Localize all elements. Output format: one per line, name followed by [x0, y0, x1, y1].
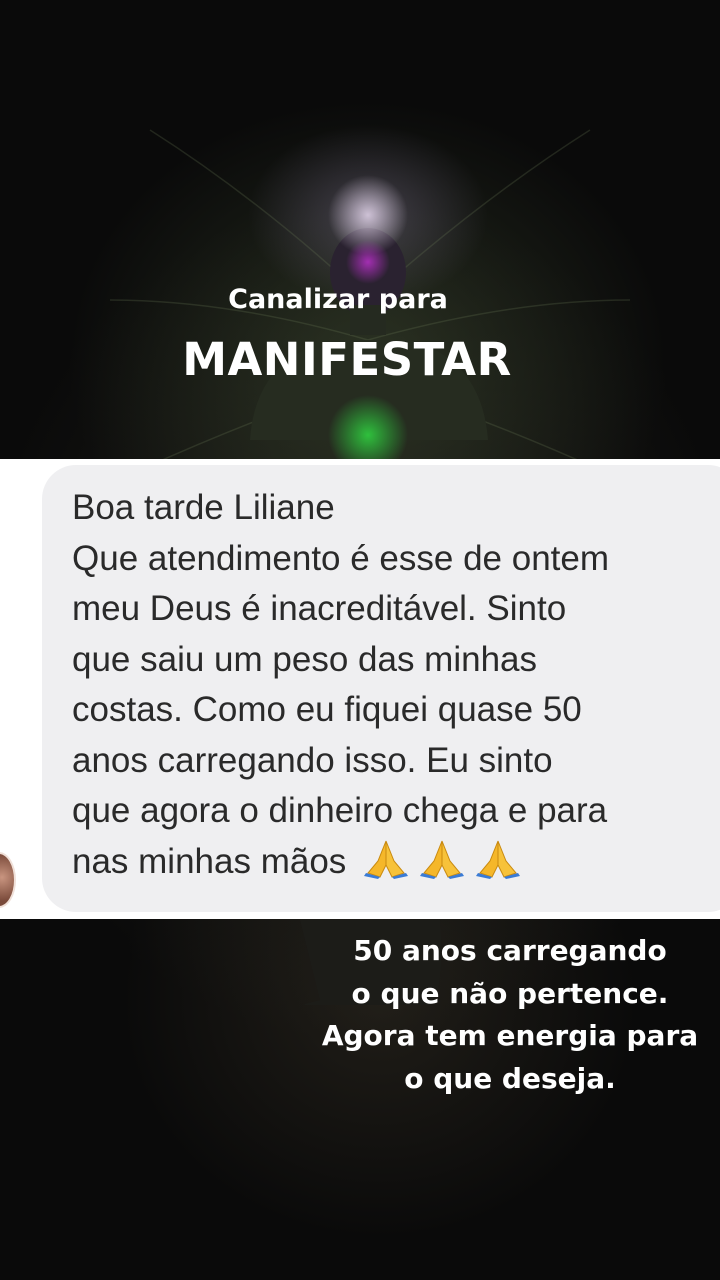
message-line: Boa tarde Liliane	[72, 488, 335, 527]
praying-hands-icon	[476, 840, 521, 879]
story-canvas: Canalizar para MANIFESTAR Boa tarde Lili…	[0, 0, 720, 1280]
message-line: costas. Como eu fiquei quase 50	[72, 690, 582, 729]
praying-hands-icon	[364, 840, 409, 879]
message-line: que agora o dinheiro chega e para	[72, 791, 608, 830]
message-line: nas minhas mãos	[72, 841, 347, 881]
overlay-caption: 50 anos carregando o que não pertence. A…	[300, 930, 720, 1100]
message-text: Boa tarde Liliane Que atendimento é esse…	[72, 483, 712, 887]
message-line: meu Deus é inacreditável. Sinto	[72, 589, 567, 628]
header-title: MANIFESTAR	[182, 333, 512, 386]
praying-hands-icon	[420, 840, 465, 879]
message-line: anos carregando isso. Eu sinto	[72, 740, 553, 780]
caption-line: o que não pertence.	[351, 976, 669, 1010]
caption-line: Agora tem energia para	[321, 1019, 699, 1052]
message-line: Que atendimento é esse de ontem	[72, 538, 610, 578]
caption-line: 50 anos carregando	[353, 934, 667, 967]
caption-line: o que deseja.	[404, 1061, 616, 1095]
message-last-line: nas minhas mãos	[72, 837, 712, 888]
header-subtitle: Canalizar para	[228, 284, 448, 315]
message-line: que saiu um peso das minhas	[72, 639, 537, 679]
